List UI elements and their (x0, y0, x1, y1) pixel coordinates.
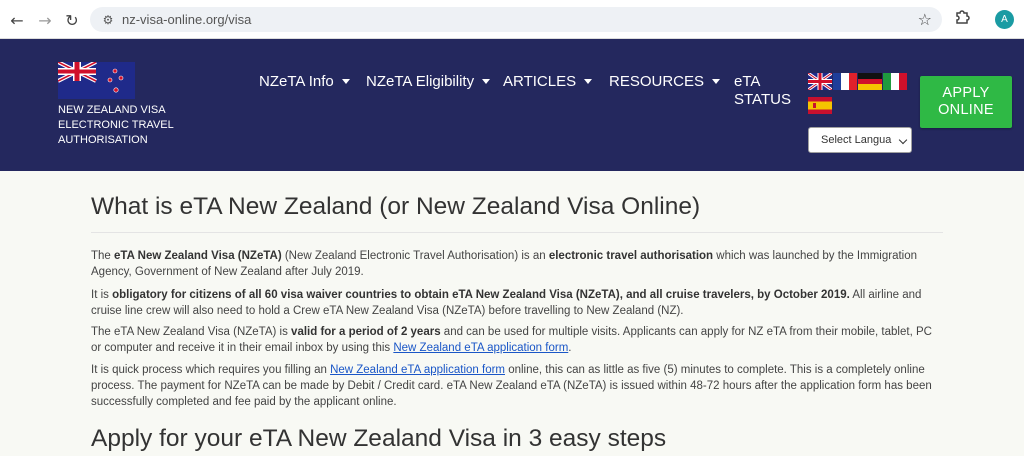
language-select-value: Select Langua (821, 134, 892, 146)
brand-line-1: NEW ZEALAND VISA (58, 104, 166, 116)
extensions-puzzle-icon[interactable] (953, 9, 973, 29)
uk-flag-icon[interactable] (808, 73, 832, 90)
brand-line-3: AUTHORISATION (58, 134, 148, 146)
section-heading-steps: Apply for your eTA New Zealand Visa in 3… (91, 425, 667, 452)
nav-nzeta-eligibility[interactable]: NZeTA Eligibility (366, 73, 491, 90)
apply-online-button[interactable]: APPLY ONLINE (920, 76, 1012, 128)
spain-flag-icon[interactable] (808, 97, 832, 114)
site-header: NEW ZEALAND VISA ELECTRONIC TRAVEL AUTHO… (0, 39, 1024, 171)
bookmark-star-icon[interactable]: ☆ (918, 10, 932, 29)
nav-articles[interactable]: ARTICLES (503, 73, 593, 90)
dropdown-caret-icon (584, 79, 593, 84)
nav-resources[interactable]: RESOURCES (609, 73, 721, 90)
intro-paragraph-2: It is obligatory for citizens of all 60 … (91, 289, 922, 317)
chevron-down-icon (898, 135, 908, 145)
reload-icon[interactable]: ↻ (61, 9, 83, 31)
brand-line-2: ELECTRONIC TRAVEL (58, 119, 174, 131)
site-brand-text[interactable]: NEW ZEALAND VISA ELECTRONIC TRAVEL AUTHO… (58, 103, 208, 148)
title-divider (91, 232, 943, 233)
page-title: What is eTA New Zealand (or New Zealand … (91, 193, 701, 220)
intro-paragraph-4: It is quick process which requires you f… (91, 364, 932, 408)
nav-eta-status[interactable]: eTA STATUS (734, 73, 794, 109)
intro-paragraph-1: The eTA New Zealand Visa (NZeTA) (New Ze… (91, 250, 917, 278)
language-select[interactable]: Select Langua (808, 127, 912, 153)
italy-flag-icon[interactable] (883, 73, 907, 90)
dropdown-caret-icon (341, 79, 350, 84)
application-form-link[interactable]: New Zealand eTA application form (393, 342, 568, 354)
nav-label: ARTICLES (503, 73, 577, 90)
apply-label: APPLY ONLINE (938, 85, 994, 118)
site-info-icon[interactable]: ⚙ (100, 12, 116, 28)
dropdown-caret-icon (482, 79, 491, 84)
forward-arrow-icon[interactable]: → (34, 9, 56, 31)
browser-toolbar: ← → ↻ ⚙ nz-visa-online.org/visa ☆ A (0, 0, 1024, 39)
nav-label: NZeTA Info (259, 73, 334, 90)
new-zealand-flag-logo[interactable] (58, 62, 135, 99)
address-bar[interactable]: ⚙ nz-visa-online.org/visa ☆ (90, 7, 942, 32)
france-flag-icon[interactable] (833, 73, 857, 90)
nav-label: NZeTA Eligibility (366, 73, 475, 90)
nav-nzeta-info[interactable]: NZeTA Info (259, 73, 350, 90)
url-text[interactable]: nz-visa-online.org/visa (122, 12, 251, 27)
back-arrow-icon[interactable]: ← (6, 9, 28, 31)
intro-paragraph-3: The eTA New Zealand Visa (NZeTA) is vali… (91, 326, 932, 354)
dropdown-caret-icon (712, 79, 721, 84)
application-form-link[interactable]: New Zealand eTA application form (330, 364, 505, 376)
germany-flag-icon[interactable] (858, 73, 882, 90)
profile-avatar[interactable]: A (995, 10, 1014, 29)
nav-label: RESOURCES (609, 73, 705, 90)
